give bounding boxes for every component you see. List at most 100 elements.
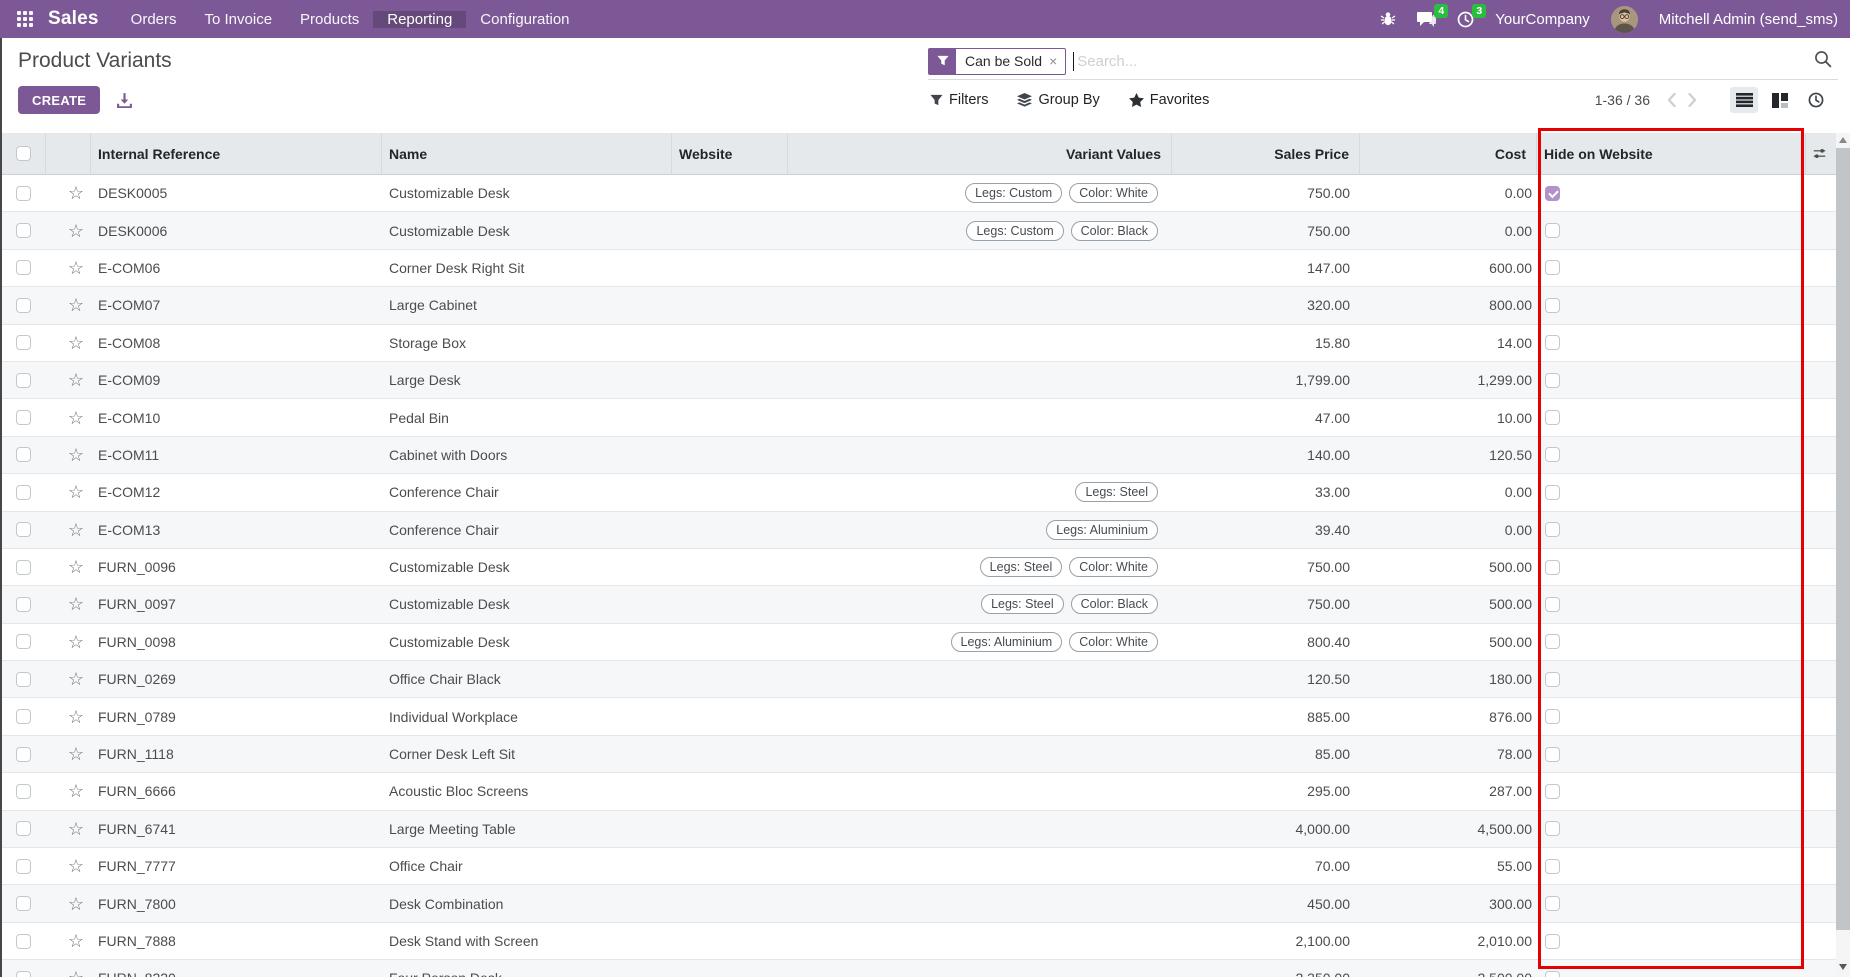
hide-on-website-checkbox[interactable]	[1545, 784, 1560, 799]
scrollbar-up-arrow[interactable]	[1839, 137, 1847, 143]
table-row[interactable]: ☆E-COM11Cabinet with Doors140.00120.50	[0, 437, 1836, 474]
row-select-checkbox[interactable]	[16, 821, 31, 836]
nav-menu-products[interactable]: Products	[286, 11, 373, 28]
table-row[interactable]: ☆FURN_7888Desk Stand with Screen2,100.00…	[0, 923, 1836, 960]
favorite-star-icon[interactable]: ☆	[68, 820, 84, 838]
activities-icon[interactable]: 3	[1457, 11, 1474, 28]
favorite-star-icon[interactable]: ☆	[68, 857, 84, 875]
hide-on-website-checkbox[interactable]	[1545, 223, 1560, 238]
favorite-star-icon[interactable]: ☆	[68, 259, 84, 277]
row-select-checkbox[interactable]	[16, 447, 31, 462]
table-row[interactable]: ☆FURN_0789Individual Workplace885.00876.…	[0, 698, 1836, 735]
hide-on-website-checkbox[interactable]	[1545, 560, 1560, 575]
row-select-checkbox[interactable]	[16, 485, 31, 500]
row-select-checkbox[interactable]	[16, 410, 31, 425]
app-brand[interactable]: Sales	[48, 8, 99, 30]
row-select-checkbox[interactable]	[16, 186, 31, 201]
favorite-star-icon[interactable]: ☆	[68, 670, 84, 688]
table-row[interactable]: ☆DESK0006Customizable DeskLegs: CustomCo…	[0, 212, 1836, 249]
group-by-button[interactable]: Group By	[1017, 92, 1099, 108]
table-row[interactable]: ☆FURN_7800Desk Combination450.00300.00	[0, 885, 1836, 922]
apps-menu-icon[interactable]	[17, 11, 34, 28]
hide-on-website-checkbox[interactable]	[1545, 672, 1560, 687]
hide-on-website-checkbox[interactable]	[1545, 447, 1560, 462]
user-menu[interactable]: Mitchell Admin (send_sms)	[1659, 11, 1838, 28]
table-row[interactable]: ☆FURN_6741Large Meeting Table4,000.004,5…	[0, 811, 1836, 848]
search-icon[interactable]	[1814, 50, 1832, 73]
scrollbar-thumb[interactable]	[1836, 148, 1850, 930]
favorite-star-icon[interactable]: ☆	[68, 708, 84, 726]
row-select-checkbox[interactable]	[16, 223, 31, 238]
favorite-star-icon[interactable]: ☆	[68, 895, 84, 913]
nav-menu-orders[interactable]: Orders	[117, 11, 191, 28]
kanban-view-button[interactable]	[1766, 87, 1794, 113]
header-col-hide-on-website[interactable]: Hide on Website	[1537, 133, 1806, 174]
table-row[interactable]: ☆FURN_8220Four Person Desk2,350.002,500.…	[0, 960, 1836, 977]
hide-on-website-checkbox[interactable]	[1545, 747, 1560, 762]
filters-button[interactable]: Filters	[930, 92, 988, 108]
hide-on-website-checkbox[interactable]	[1545, 186, 1560, 201]
hide-on-website-checkbox[interactable]	[1545, 709, 1560, 724]
table-row[interactable]: ☆E-COM13Conference ChairLegs: Aluminium3…	[0, 512, 1836, 549]
header-col-name[interactable]: Name	[382, 133, 672, 174]
hide-on-website-checkbox[interactable]	[1545, 896, 1560, 911]
hide-on-website-checkbox[interactable]	[1545, 971, 1560, 977]
favorite-star-icon[interactable]: ☆	[68, 633, 84, 651]
table-row[interactable]: ☆E-COM10Pedal Bin47.0010.00	[0, 399, 1836, 436]
row-select-checkbox[interactable]	[16, 971, 31, 977]
list-view-button[interactable]	[1730, 87, 1758, 113]
header-col-website[interactable]: Website	[672, 133, 788, 174]
table-row[interactable]: ☆E-COM12Conference ChairLegs: Steel33.00…	[0, 474, 1836, 511]
activity-view-button[interactable]	[1802, 87, 1830, 113]
select-all-checkbox[interactable]	[16, 146, 31, 161]
header-col-sales-price[interactable]: Sales Price	[1172, 133, 1360, 174]
row-select-checkbox[interactable]	[16, 672, 31, 687]
row-select-checkbox[interactable]	[16, 747, 31, 762]
table-row[interactable]: ☆FURN_0096Customizable DeskLegs: SteelCo…	[0, 549, 1836, 586]
favorite-star-icon[interactable]: ☆	[68, 782, 84, 800]
favorite-star-icon[interactable]: ☆	[68, 558, 84, 576]
row-select-checkbox[interactable]	[16, 260, 31, 275]
table-row[interactable]: ☆FURN_7777Office Chair70.0055.00	[0, 848, 1836, 885]
row-select-checkbox[interactable]	[16, 298, 31, 313]
header-col-variant-values[interactable]: Variant Values	[788, 133, 1172, 174]
favorite-star-icon[interactable]: ☆	[68, 409, 84, 427]
favorite-star-icon[interactable]: ☆	[68, 745, 84, 763]
favorite-star-icon[interactable]: ☆	[68, 932, 84, 950]
favorites-button[interactable]: Favorites	[1129, 92, 1210, 108]
hide-on-website-checkbox[interactable]	[1545, 410, 1560, 425]
hide-on-website-checkbox[interactable]	[1545, 335, 1560, 350]
table-row[interactable]: ☆DESK0005Customizable DeskLegs: CustomCo…	[0, 175, 1836, 212]
favorite-star-icon[interactable]: ☆	[68, 334, 84, 352]
favorite-star-icon[interactable]: ☆	[68, 483, 84, 501]
favorite-star-icon[interactable]: ☆	[68, 969, 84, 977]
nav-menu-reporting[interactable]: Reporting	[373, 11, 466, 28]
row-select-checkbox[interactable]	[16, 560, 31, 575]
pager-previous-icon[interactable]	[1666, 92, 1677, 108]
facet-remove-icon[interactable]: ×	[1049, 49, 1065, 74]
debug-bug-icon[interactable]	[1380, 11, 1396, 27]
header-col-internal-reference[interactable]: Internal Reference	[91, 133, 382, 174]
hide-on-website-checkbox[interactable]	[1545, 522, 1560, 537]
row-select-checkbox[interactable]	[16, 335, 31, 350]
scrollbar-down-arrow[interactable]	[1839, 964, 1847, 970]
table-row[interactable]: ☆E-COM07Large Cabinet320.00800.00	[0, 287, 1836, 324]
vertical-scrollbar[interactable]	[1836, 133, 1850, 977]
row-select-checkbox[interactable]	[16, 934, 31, 949]
hide-on-website-checkbox[interactable]	[1545, 859, 1560, 874]
hide-on-website-checkbox[interactable]	[1545, 597, 1560, 612]
hide-on-website-checkbox[interactable]	[1545, 634, 1560, 649]
favorite-star-icon[interactable]: ☆	[68, 222, 84, 240]
favorite-star-icon[interactable]: ☆	[68, 371, 84, 389]
messages-icon[interactable]: 4	[1417, 11, 1436, 28]
export-download-icon[interactable]	[116, 92, 133, 109]
favorite-star-icon[interactable]: ☆	[68, 521, 84, 539]
hide-on-website-checkbox[interactable]	[1545, 485, 1560, 500]
table-row[interactable]: ☆E-COM09Large Desk1,799.001,299.00	[0, 362, 1836, 399]
table-row[interactable]: ☆FURN_0269Office Chair Black120.50180.00	[0, 661, 1836, 698]
company-switcher[interactable]: YourCompany	[1495, 11, 1590, 28]
table-row[interactable]: ☆FURN_1118Corner Desk Left Sit85.0078.00	[0, 736, 1836, 773]
table-row[interactable]: ☆FURN_6666Acoustic Bloc Screens295.00287…	[0, 773, 1836, 810]
favorite-star-icon[interactable]: ☆	[68, 184, 84, 202]
table-row[interactable]: ☆FURN_0098Customizable DeskLegs: Alumini…	[0, 624, 1836, 661]
